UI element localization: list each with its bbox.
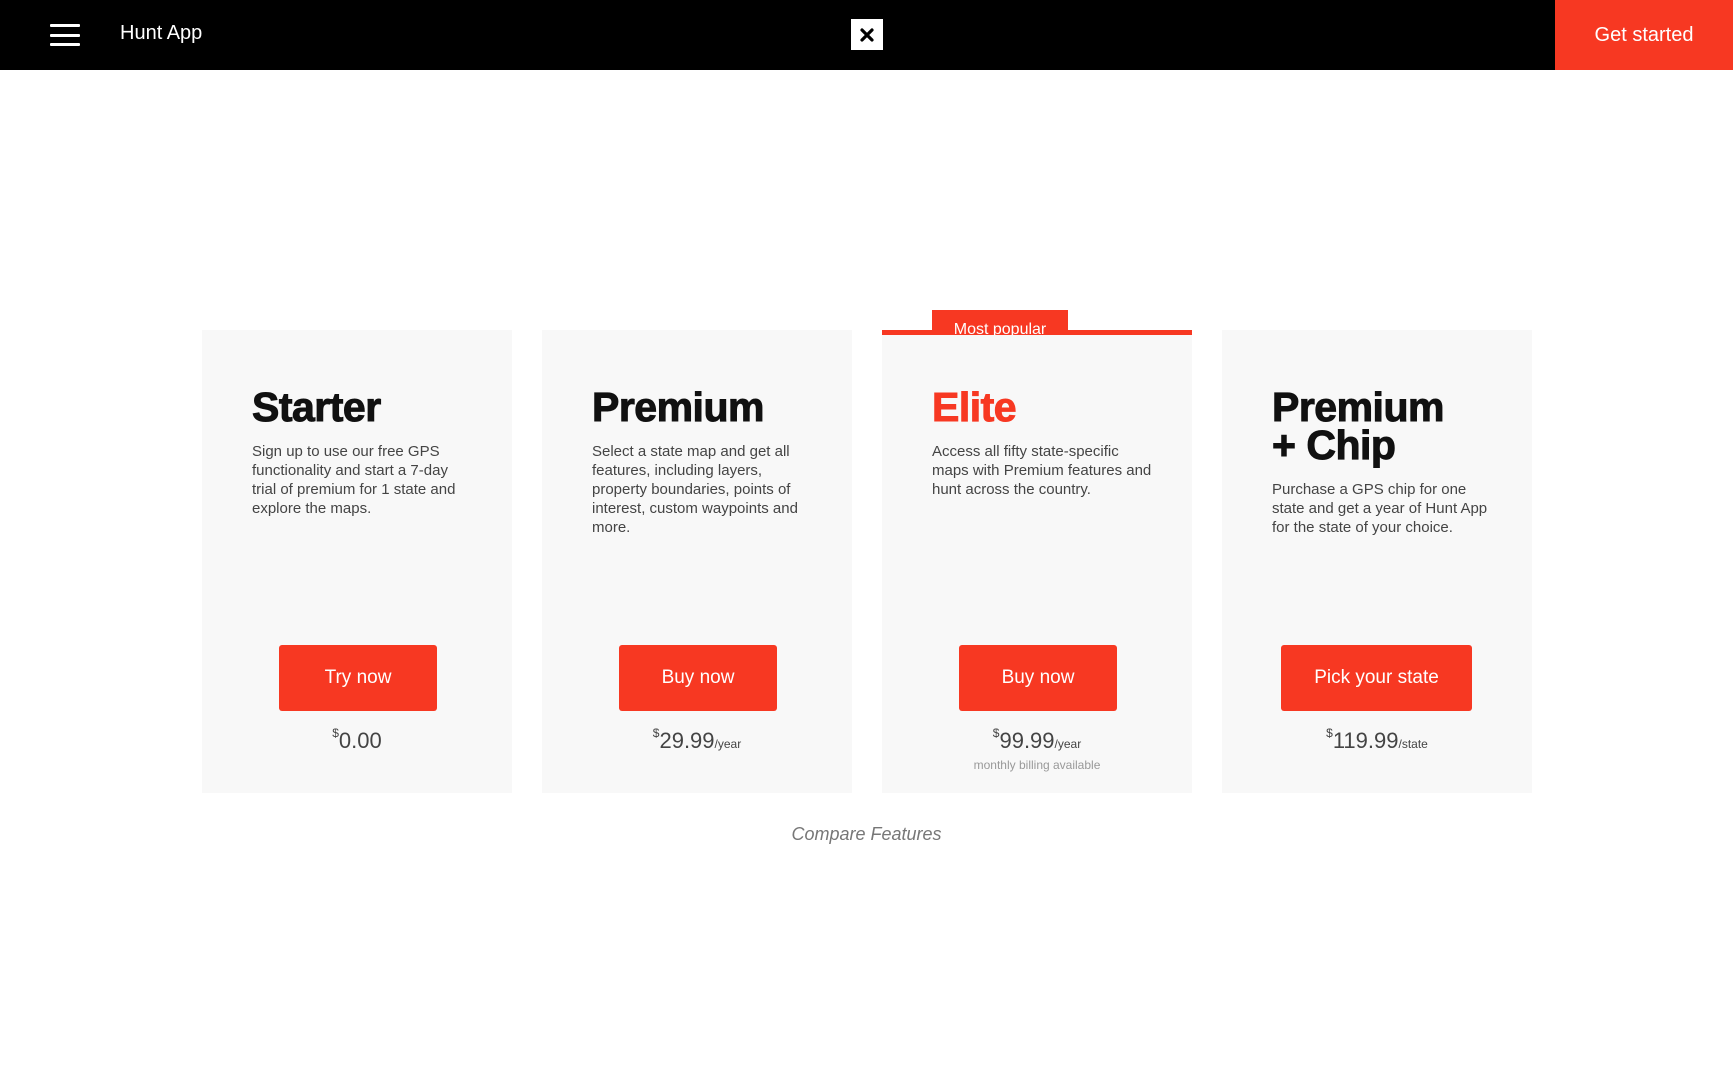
top-navigation-bar: Hunt App Get started [0, 0, 1733, 70]
plan-price: $99.99/year [882, 726, 1192, 754]
try-now-button[interactable]: Try now [279, 645, 437, 711]
buy-now-button[interactable]: Buy now [619, 645, 777, 711]
currency-symbol: $ [652, 726, 660, 740]
app-title[interactable]: Hunt App [120, 22, 202, 45]
currency-symbol: $ [992, 726, 1000, 740]
plan-price: $0.00 [202, 726, 512, 754]
billing-note: monthly billing available [973, 758, 1101, 772]
price-period: /year [1054, 737, 1082, 751]
plan-description: Select a state map and get all features,… [592, 443, 798, 536]
price-period: /state [1398, 737, 1428, 751]
plan-card-starter: Starter Sign up to use our free GPS func… [202, 330, 512, 793]
price-amount: 0.00 [338, 728, 382, 753]
buy-now-button[interactable]: Buy now [959, 645, 1117, 711]
plan-card-premium: Premium Select a state map and get all f… [542, 330, 852, 793]
plan-price: $29.99/year [542, 726, 852, 754]
plan-title: Premium [592, 384, 765, 430]
x-icon [860, 27, 874, 42]
plan-title: Starter [252, 384, 382, 430]
plan-description: Access all fifty state-specific maps wit… [932, 443, 1152, 498]
price-amount: 119.99 [1332, 728, 1399, 753]
pick-your-state-button[interactable]: Pick your state [1281, 645, 1472, 711]
plan-card-elite: Elite Access all fifty state-specific ma… [882, 335, 1192, 793]
compare-features-link[interactable]: Compare Features [0, 824, 1733, 845]
plan-description: Purchase a GPS chip for one state and ge… [1272, 481, 1488, 536]
price-amount: 29.99 [659, 728, 715, 753]
price-period: /year [714, 737, 742, 751]
plan-description: Sign up to use our free GPS functionalit… [252, 443, 456, 517]
price-amount: 99.99 [999, 728, 1055, 753]
plan-title: Premium + Chip [1272, 384, 1445, 468]
plan-card-premium-chip: Premium + Chip Purchase a GPS chip for o… [1222, 330, 1532, 793]
currency-symbol: $ [332, 726, 339, 740]
plan-price: $119.99/state [1222, 726, 1532, 754]
get-started-button[interactable]: Get started [1555, 0, 1733, 70]
hamburger-menu-icon[interactable] [50, 24, 80, 46]
pricing-cards: Starter Sign up to use our free GPS func… [202, 310, 1532, 793]
currency-symbol: $ [1326, 726, 1333, 740]
plan-title: Elite [932, 384, 1018, 430]
close-x-logo-icon[interactable] [851, 19, 883, 50]
